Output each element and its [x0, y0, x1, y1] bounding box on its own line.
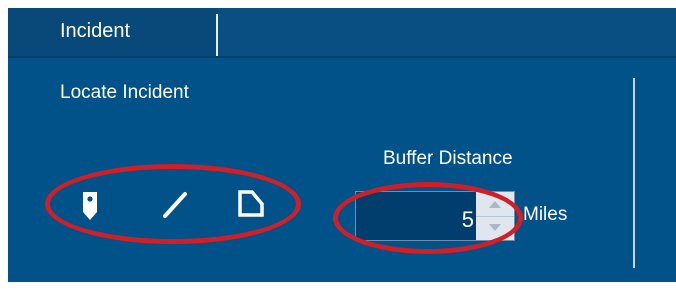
chevron-up-icon — [489, 201, 501, 208]
locate-incident-label: Locate Incident — [60, 82, 189, 103]
tab-incident-label: Incident — [60, 20, 131, 42]
decrement-button[interactable] — [476, 216, 514, 240]
vertical-divider — [633, 78, 635, 268]
polygon-tool-button[interactable] — [230, 184, 270, 224]
polygon-icon — [238, 190, 264, 217]
point-marker-icon — [83, 192, 97, 220]
tab-divider — [216, 14, 218, 56]
buffer-units-label: Miles — [523, 204, 568, 225]
chevron-down-icon — [489, 224, 501, 231]
stepper-buttons — [476, 192, 514, 240]
line-icon — [163, 192, 187, 218]
buffer-distance-stepper[interactable]: 5 — [355, 191, 515, 241]
line-tool-button[interactable] — [156, 184, 196, 224]
tab-incident[interactable]: Incident — [8, 8, 218, 56]
increment-button[interactable] — [476, 192, 514, 217]
point-tool-button[interactable] — [70, 184, 110, 224]
buffer-distance-value[interactable]: 5 — [356, 192, 474, 240]
incident-panel: Incident Locate Incident Buffer Distance… — [8, 8, 676, 282]
buffer-distance-label: Buffer Distance — [383, 148, 513, 169]
tab-bar: Incident — [8, 8, 676, 58]
